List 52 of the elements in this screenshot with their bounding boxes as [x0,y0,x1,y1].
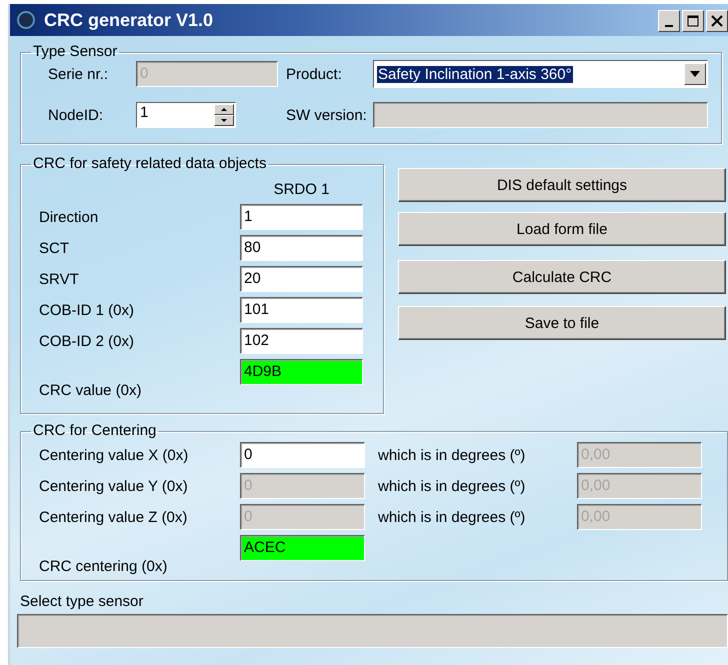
field-label: SCT [39,240,70,256]
group-title: CRC for safety related data objects [33,155,266,172]
action-button[interactable]: Save to file [398,306,726,340]
field-label: Serie nr.: [48,66,110,82]
minimize-icon [665,25,673,27]
dropdown-value: Safety Inclination 1-axis 360° [377,66,573,82]
window-title: CRC generator V1.0 [44,10,214,30]
close-button[interactable] [706,10,728,32]
field-label: Direction [39,208,100,226]
value-field[interactable]: 80 [240,235,363,261]
crc-value-field[interactable]: 4D9B [240,359,363,385]
value-field[interactable]: 0 [240,442,365,468]
app-icon [14,8,38,32]
field-label: SW version: [286,106,368,124]
value-field[interactable]: 1 [240,204,363,230]
group-title: Type Sensor [33,43,118,60]
action-button[interactable]: Load form file [398,212,726,246]
value-field[interactable]: 102 [240,328,363,354]
field-label: Product: [286,66,343,82]
field-label: which is in degrees (º) [378,446,526,464]
maximize-icon [687,15,699,27]
spin-down-button[interactable] [214,115,234,126]
node-id-spinner[interactable]: 1 [136,102,236,128]
field-label: which is in degrees (º) [378,508,526,526]
caret-icon [690,71,700,77]
field-label: COB-ID 1 (0x) [39,302,136,318]
group-title: CRC for Centering [33,422,156,439]
action-button[interactable]: Calculate CRC [398,260,726,294]
crc-value-field[interactable]: ACEC [240,535,365,561]
action-button[interactable]: DIS default settings [398,168,726,202]
field-label: CRC centering (0x) [39,558,168,575]
field-label: SRVT [39,270,80,288]
field-label: NodeID: [48,106,104,124]
field-label: Centering value Y (0x) [39,478,189,494]
minimize-button[interactable] [658,10,680,32]
caret-down-icon [221,119,227,122]
caret-up-icon [221,108,227,111]
value-field[interactable]: 20 [240,266,363,292]
close-icon [711,15,723,27]
spin-up-button[interactable] [214,104,234,115]
column-header: SRDO 1 [272,181,330,199]
field-label: which is in degrees (º) [378,478,526,494]
field-label: COB-ID 2 (0x) [39,332,136,350]
value-field[interactable]: 101 [240,297,363,323]
product-dropdown[interactable]: Safety Inclination 1-axis 360° [373,60,708,88]
field-label: Centering value X (0x) [39,446,190,464]
spinner-value: 1 [140,104,148,123]
maximize-button[interactable] [682,10,704,32]
status-label: Select type sensor [20,593,144,610]
field-label: Centering value Z (0x) [39,508,188,526]
dropdown-button[interactable] [684,63,706,85]
field-label: CRC value (0x) [39,382,143,399]
